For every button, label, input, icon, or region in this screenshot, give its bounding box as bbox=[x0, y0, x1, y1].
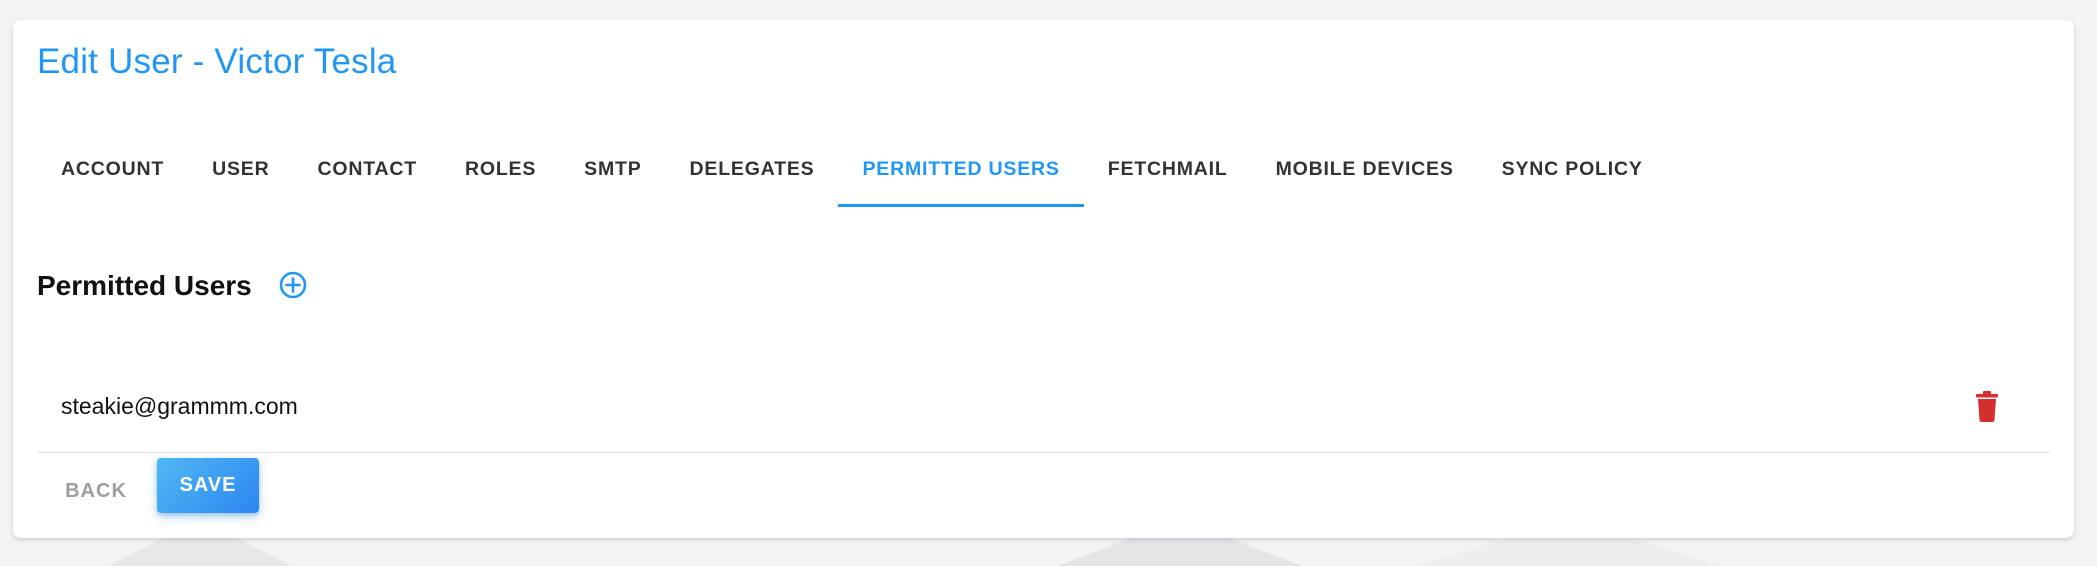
tab-delegates[interactable]: DELEGATES bbox=[666, 131, 839, 207]
trash-icon[interactable] bbox=[1972, 389, 2002, 423]
permitted-user-email: steakie@grammm.com bbox=[61, 393, 298, 419]
tab-label: PERMITTED USERS bbox=[862, 157, 1060, 180]
tab-label: USER bbox=[212, 157, 270, 180]
tab-label: DELEGATES bbox=[689, 157, 815, 180]
tab-mobile-devices[interactable]: MOBILE DEVICES bbox=[1252, 131, 1478, 207]
tab-roles[interactable]: ROLES bbox=[441, 131, 560, 207]
edit-user-card: Edit User - Victor Tesla ACCOUNT USER CO… bbox=[13, 20, 2074, 538]
tab-bar: ACCOUNT USER CONTACT ROLES SMTP DELEGATE… bbox=[37, 131, 1667, 207]
tab-label: SMTP bbox=[584, 157, 642, 180]
save-button[interactable]: SAVE bbox=[157, 458, 259, 513]
page-title: Edit User - Victor Tesla bbox=[37, 42, 397, 81]
tab-permitted-users[interactable]: PERMITTED USERS bbox=[838, 131, 1085, 207]
tab-smtp[interactable]: SMTP bbox=[560, 131, 665, 207]
tab-contact[interactable]: CONTACT bbox=[293, 131, 440, 207]
tab-label: CONTACT bbox=[317, 157, 417, 180]
tab-label: ACCOUNT bbox=[61, 157, 165, 180]
tab-account[interactable]: ACCOUNT bbox=[37, 131, 188, 207]
tab-user[interactable]: USER bbox=[188, 131, 293, 207]
add-circle-icon[interactable] bbox=[277, 269, 309, 301]
tab-fetchmail[interactable]: FETCHMAIL bbox=[1084, 131, 1252, 207]
tab-label: SYNC POLICY bbox=[1501, 157, 1643, 180]
tab-label: ROLES bbox=[464, 157, 537, 180]
tab-label: FETCHMAIL bbox=[1107, 157, 1228, 180]
tab-label: MOBILE DEVICES bbox=[1275, 157, 1454, 180]
section-title: Permitted Users bbox=[37, 270, 252, 301]
list-item: steakie@grammm.com bbox=[37, 365, 2050, 453]
tab-sync-policy[interactable]: SYNC POLICY bbox=[1478, 131, 1667, 207]
back-button[interactable]: BACK bbox=[56, 463, 136, 519]
